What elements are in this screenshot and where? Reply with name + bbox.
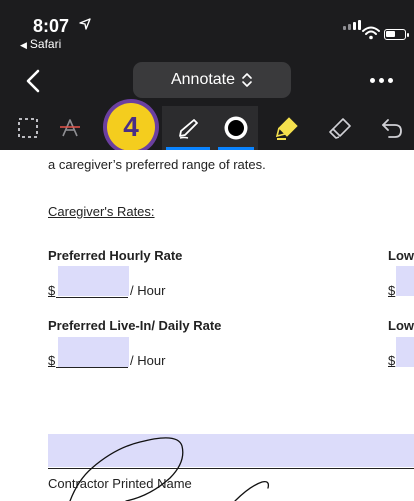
selection-tool-button[interactable] (8, 106, 48, 150)
status-time: 8:07 (33, 16, 70, 36)
eraser-icon (329, 118, 351, 139)
location-arrow-icon (79, 18, 91, 30)
annotation-toolbar (0, 106, 414, 150)
step-number-badge: 4 (103, 99, 159, 155)
pen-tool-button[interactable] (162, 106, 214, 150)
app-chrome: 8:07 ◀ Safari Annotate (0, 0, 414, 150)
dashed-rect-icon (18, 118, 38, 138)
color-tool-button[interactable] (214, 106, 258, 150)
status-bar: 8:07 ◀ Safari (0, 0, 414, 52)
back-to-app-link[interactable]: ◀ Safari (20, 37, 61, 51)
undo-tool-button[interactable] (372, 106, 412, 150)
back-triangle-icon: ◀ (20, 40, 27, 50)
undo-icon (382, 119, 402, 138)
battery-icon (384, 29, 409, 40)
strikeout-text-tool-button[interactable] (50, 106, 90, 150)
step-number: 4 (107, 103, 155, 151)
up-down-chevron-icon (242, 73, 252, 87)
strikeout-a-icon (60, 119, 80, 137)
back-app-label: Safari (29, 37, 62, 51)
pen-icon (179, 119, 198, 139)
back-chevron-icon[interactable] (22, 68, 46, 94)
highlighter-icon (275, 117, 298, 140)
handwritten-signature-stroke (69, 437, 270, 501)
wifi-icon (362, 26, 380, 40)
more-options-icon[interactable] (370, 72, 404, 88)
eraser-tool-button[interactable] (320, 106, 362, 150)
annotate-mode-selector[interactable]: Annotate (133, 62, 291, 98)
highlighter-tool-button[interactable] (266, 106, 308, 150)
pdf-document-page[interactable]: a caregiver’s preferred range of rates. … (0, 150, 414, 501)
navigation-bar: Annotate (0, 56, 414, 104)
mode-label: Annotate (170, 71, 236, 88)
filled-circle-icon (224, 116, 248, 140)
